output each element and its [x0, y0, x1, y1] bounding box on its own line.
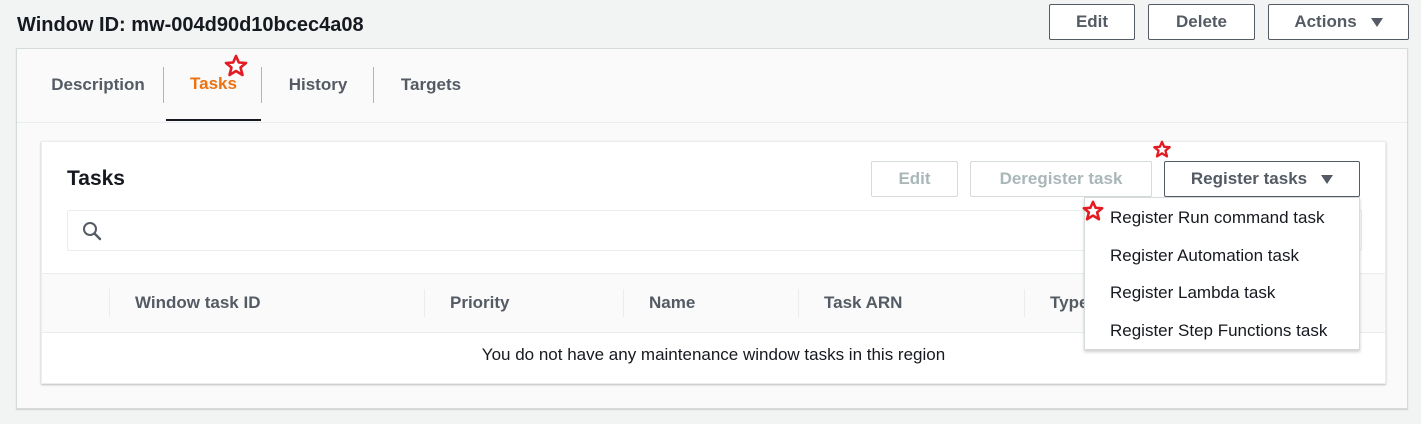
- column-header-task-arn[interactable]: Task ARN: [824, 274, 902, 332]
- column-divider: [424, 289, 425, 317]
- tab-history-label: History: [288, 75, 348, 94]
- edit-task-button-label: Edit: [898, 169, 931, 188]
- star-marker-icon: [1082, 200, 1104, 221]
- column-divider: [109, 289, 110, 317]
- caret-down-icon: [1321, 174, 1334, 184]
- menu-item-register-lambda-task[interactable]: Register Lambda task: [1110, 283, 1275, 303]
- column-header-priority[interactable]: Priority: [450, 274, 510, 332]
- deregister-task-button[interactable]: Deregister task: [970, 161, 1152, 197]
- tasks-heading: Tasks: [67, 167, 125, 190]
- column-header-window-task-id[interactable]: Window task ID: [135, 274, 260, 332]
- column-header-type[interactable]: Type: [1050, 274, 1088, 332]
- menu-item-register-run-command-task[interactable]: Register Run command task: [1110, 208, 1324, 228]
- register-tasks-button-label: Register tasks: [1190, 169, 1308, 188]
- tab-description-label: Description: [51, 75, 145, 94]
- tab-divider: [373, 67, 374, 103]
- tab-targets-label: Targets: [400, 75, 462, 94]
- column-divider: [1024, 289, 1025, 317]
- column-divider: [623, 289, 624, 317]
- deregister-task-button-label: Deregister task: [999, 169, 1123, 188]
- tab-description[interactable]: Description: [30, 49, 166, 121]
- edit-task-button[interactable]: Edit: [871, 161, 958, 197]
- delete-window-button[interactable]: Delete: [1148, 4, 1255, 40]
- menu-item-register-step-functions-task[interactable]: Register Step Functions task: [1110, 321, 1327, 341]
- register-tasks-button[interactable]: Register tasks: [1164, 161, 1360, 197]
- register-tasks-menu: Register Run command task Register Autom…: [1084, 197, 1360, 350]
- column-header-name[interactable]: Name: [649, 274, 695, 332]
- menu-item-register-automation-task[interactable]: Register Automation task: [1110, 246, 1299, 266]
- search-icon: [83, 222, 102, 241]
- caret-down-icon: [1370, 17, 1383, 27]
- window-title: Window ID: mw-004d90d10bcec4a08: [17, 14, 364, 36]
- tab-divider: [261, 67, 262, 103]
- star-marker-icon: [224, 54, 248, 77]
- edit-window-button-label: Edit: [1075, 12, 1109, 31]
- tab-history[interactable]: History: [264, 49, 372, 121]
- star-marker-icon: [1153, 140, 1171, 158]
- edit-window-button[interactable]: Edit: [1049, 4, 1135, 40]
- tab-targets[interactable]: Targets: [376, 49, 486, 121]
- actions-button-label: Actions: [1294, 12, 1357, 31]
- actions-button[interactable]: Actions: [1268, 4, 1409, 40]
- tab-divider: [163, 67, 164, 103]
- delete-window-button-label: Delete: [1175, 12, 1228, 31]
- column-divider: [798, 289, 799, 317]
